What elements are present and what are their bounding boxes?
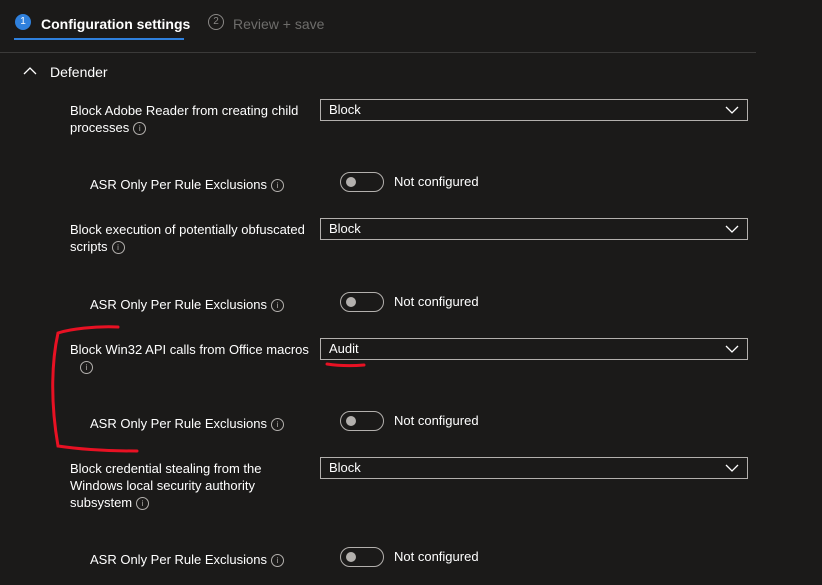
tab-configuration-settings[interactable]: Configuration settings xyxy=(41,16,190,32)
toggle-knob xyxy=(346,416,356,426)
chevron-down-icon xyxy=(725,464,739,472)
exclusions-toggle[interactable] xyxy=(340,292,384,312)
dropdown-value: Audit xyxy=(329,341,359,356)
step-2-indicator: 2 xyxy=(208,14,224,30)
chevron-down-icon xyxy=(725,345,739,353)
section-title: Defender xyxy=(50,64,108,80)
setting-label-obfuscated-scripts: Block execution of potentially obfuscate… xyxy=(70,222,305,255)
exclusions-label: ASR Only Per Rule Exclusions i xyxy=(90,296,285,313)
setting-label-win32-api: Block Win32 API calls from Office macros… xyxy=(70,342,309,375)
setting-label-credential-stealing: Block credential stealing from the Windo… xyxy=(70,461,262,511)
exclusions-toggle[interactable] xyxy=(340,547,384,567)
info-icon[interactable]: i xyxy=(271,418,285,432)
annotation-underline xyxy=(325,362,366,368)
toggle-knob xyxy=(346,297,356,307)
info-icon[interactable]: i xyxy=(271,554,285,568)
win32-api-dropdown[interactable]: Audit xyxy=(320,338,748,360)
toggle-knob xyxy=(346,552,356,562)
defender-section-toggle[interactable]: Defender xyxy=(16,60,136,84)
exclusions-toggle[interactable] xyxy=(340,411,384,431)
info-icon[interactable]: i xyxy=(111,241,125,255)
info-icon[interactable]: i xyxy=(271,299,285,313)
dropdown-value: Block xyxy=(329,102,361,117)
toggle-knob xyxy=(346,177,356,187)
chevron-up-icon xyxy=(23,67,37,75)
dropdown-value: Block xyxy=(329,221,361,236)
adobe-reader-dropdown[interactable]: Block xyxy=(320,99,748,121)
exclusions-label: ASR Only Per Rule Exclusions i xyxy=(90,176,285,193)
info-icon[interactable]: i xyxy=(80,361,93,375)
active-step-underline xyxy=(14,38,184,40)
chevron-down-icon xyxy=(725,106,739,114)
info-icon[interactable]: i xyxy=(136,497,150,511)
exclusions-toggle[interactable] xyxy=(340,172,384,192)
toggle-status: Not configured xyxy=(394,549,479,564)
chevron-down-icon xyxy=(725,225,739,233)
toggle-status: Not configured xyxy=(394,294,479,309)
dropdown-value: Block xyxy=(329,460,361,475)
exclusions-label: ASR Only Per Rule Exclusions i xyxy=(90,551,285,568)
info-icon[interactable]: i xyxy=(271,179,285,193)
header-divider xyxy=(0,52,756,53)
tab-review-save[interactable]: Review + save xyxy=(233,16,324,32)
exclusions-label: ASR Only Per Rule Exclusions i xyxy=(90,415,285,432)
toggle-status: Not configured xyxy=(394,174,479,189)
toggle-status: Not configured xyxy=(394,413,479,428)
info-icon[interactable]: i xyxy=(133,122,147,136)
obfuscated-scripts-dropdown[interactable]: Block xyxy=(320,218,748,240)
step-1-indicator: 1 xyxy=(15,14,31,30)
credential-stealing-dropdown[interactable]: Block xyxy=(320,457,748,479)
setting-label-adobe-reader: Block Adobe Reader from creating child p… xyxy=(70,103,299,136)
